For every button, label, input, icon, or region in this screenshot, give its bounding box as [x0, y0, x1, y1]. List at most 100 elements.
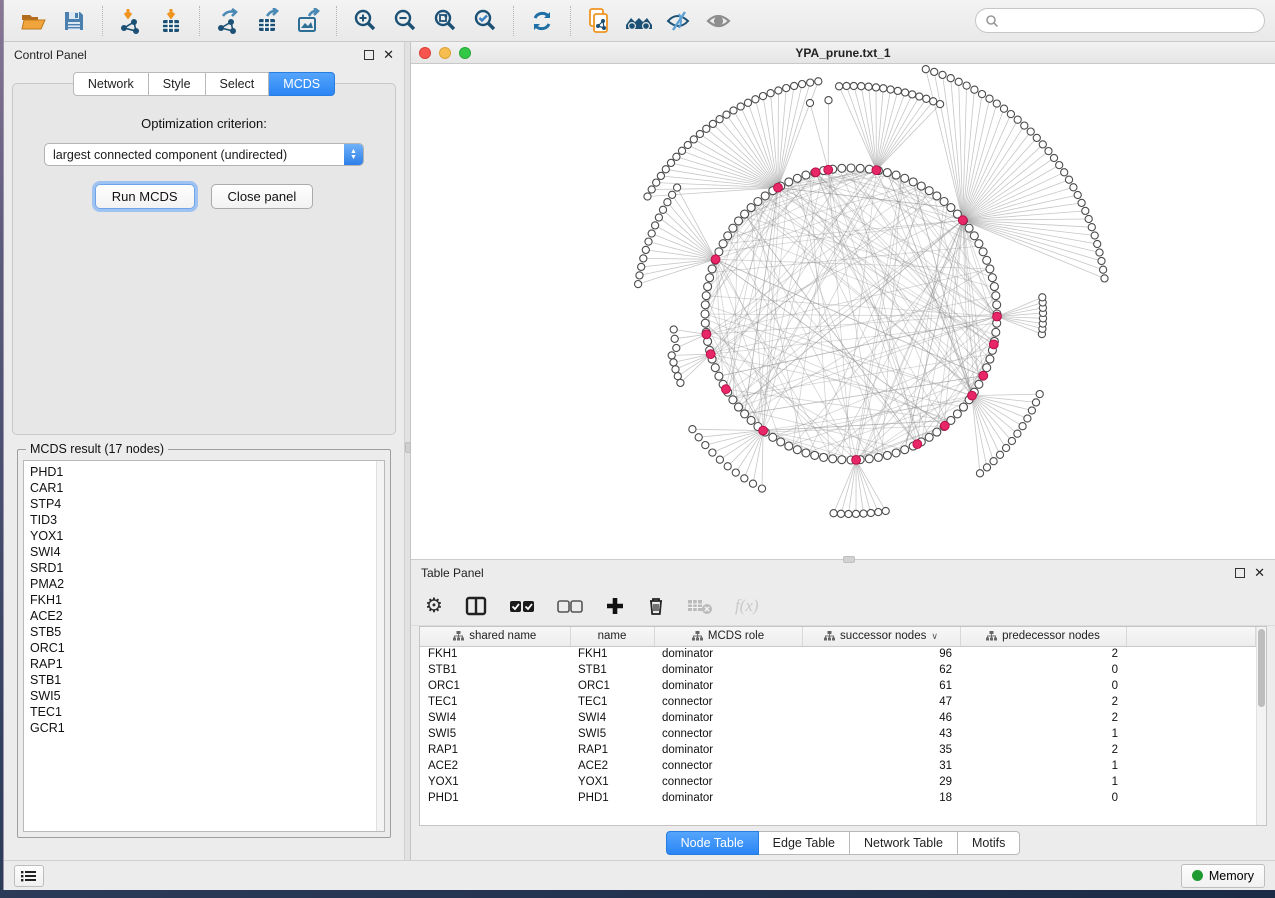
leaf-node[interactable] — [860, 510, 867, 517]
leaf-node[interactable] — [1101, 275, 1108, 282]
mcds-hub-node[interactable] — [993, 312, 1002, 321]
mcds-result-item[interactable]: PMA2 — [30, 576, 370, 592]
open-file-icon[interactable] — [14, 4, 54, 38]
mcds-result-item[interactable]: RAP1 — [30, 656, 370, 672]
leaf-node[interactable] — [671, 335, 678, 342]
leaf-node[interactable] — [744, 99, 751, 106]
leaf-node[interactable] — [931, 68, 938, 75]
search-field[interactable] — [975, 8, 1265, 33]
import-table-icon[interactable] — [151, 4, 191, 38]
leaf-node[interactable] — [1019, 423, 1026, 430]
leaf-node[interactable] — [670, 359, 677, 366]
network-node[interactable] — [988, 274, 996, 282]
leaf-node[interactable] — [724, 463, 731, 470]
leaf-node[interactable] — [716, 456, 723, 463]
network-node[interactable] — [965, 224, 973, 232]
network-node[interactable] — [769, 433, 777, 441]
network-node[interactable] — [829, 455, 837, 463]
leaf-node[interactable] — [799, 81, 806, 88]
leaf-node[interactable] — [657, 172, 664, 179]
leaf-node[interactable] — [1033, 134, 1040, 141]
leaf-node[interactable] — [1036, 391, 1043, 398]
leaf-node[interactable] — [1056, 162, 1063, 169]
leaf-node[interactable] — [867, 509, 874, 516]
network-node[interactable] — [706, 274, 714, 282]
mcds-result-item[interactable]: STB5 — [30, 624, 370, 640]
network-node[interactable] — [701, 319, 709, 327]
table-row[interactable]: YOX1YOX1connector291 — [420, 774, 1256, 790]
network-node[interactable] — [729, 224, 737, 232]
network-node[interactable] — [856, 164, 864, 172]
float-panel-icon[interactable] — [364, 50, 374, 60]
close-panel-icon[interactable]: ✕ — [383, 50, 394, 60]
leaf-node[interactable] — [963, 82, 970, 89]
network-node[interactable] — [883, 451, 891, 459]
leaf-node[interactable] — [1096, 249, 1103, 256]
network-node[interactable] — [793, 174, 801, 182]
network-node[interactable] — [925, 433, 933, 441]
leaf-node[interactable] — [845, 510, 852, 517]
mcds-hub-node[interactable] — [706, 350, 715, 359]
leaf-node[interactable] — [759, 93, 766, 100]
network-node[interactable] — [735, 217, 743, 225]
network-node[interactable] — [983, 364, 991, 372]
leaf-node[interactable] — [670, 326, 677, 333]
mcds-hub-node[interactable] — [774, 183, 783, 192]
leaf-node[interactable] — [1024, 415, 1031, 422]
leaf-node[interactable] — [1003, 444, 1010, 451]
leaf-node[interactable] — [1007, 111, 1014, 118]
leaf-node[interactable] — [887, 86, 894, 93]
network-node[interactable] — [883, 169, 891, 177]
leaf-node[interactable] — [709, 120, 716, 127]
leaf-node[interactable] — [947, 75, 954, 82]
leaf-node[interactable] — [1045, 148, 1052, 155]
network-node[interactable] — [847, 164, 855, 172]
leaf-node[interactable] — [971, 86, 978, 93]
leaf-node[interactable] — [930, 98, 937, 105]
mcds-hub-node[interactable] — [872, 166, 881, 175]
leaf-node[interactable] — [986, 95, 993, 102]
network-node[interactable] — [702, 292, 710, 300]
leaf-node[interactable] — [843, 82, 850, 89]
leaf-node[interactable] — [684, 141, 691, 148]
tab-network-table[interactable]: Network Table — [850, 831, 958, 855]
network-node[interactable] — [741, 410, 749, 418]
network-node[interactable] — [747, 204, 755, 212]
leaf-node[interactable] — [653, 179, 660, 186]
leaf-node[interactable] — [667, 159, 674, 166]
leaf-node[interactable] — [662, 166, 669, 173]
leaf-node[interactable] — [1094, 240, 1101, 247]
network-node[interactable] — [719, 240, 727, 248]
leaf-node[interactable] — [689, 426, 696, 433]
network-node[interactable] — [986, 265, 994, 273]
leaf-node[interactable] — [922, 66, 929, 73]
mcds-result-item[interactable]: PHD1 — [30, 464, 370, 480]
leaf-node[interactable] — [678, 147, 685, 154]
leaf-node[interactable] — [976, 470, 983, 477]
leaf-node[interactable] — [1039, 141, 1046, 148]
show-columns-icon[interactable] — [465, 591, 487, 621]
leaf-node[interactable] — [702, 442, 709, 449]
leaf-node[interactable] — [732, 469, 739, 476]
close-panel-button[interactable]: Close panel — [211, 184, 314, 209]
network-node[interactable] — [777, 438, 785, 446]
leaf-node[interactable] — [723, 111, 730, 118]
leaf-node[interactable] — [730, 107, 737, 114]
zoom-out-icon[interactable] — [385, 4, 425, 38]
network-node[interactable] — [802, 171, 810, 179]
leaf-node[interactable] — [1074, 191, 1081, 198]
network-node[interactable] — [901, 174, 909, 182]
network-node[interactable] — [747, 416, 755, 424]
mcds-result-item[interactable]: ORC1 — [30, 640, 370, 656]
network-node[interactable] — [892, 171, 900, 179]
mcds-result-item[interactable]: CAR1 — [30, 480, 370, 496]
mcds-hub-node[interactable] — [979, 371, 988, 380]
leaf-node[interactable] — [850, 82, 857, 89]
network-node[interactable] — [983, 256, 991, 264]
leaf-node[interactable] — [648, 186, 655, 193]
mcds-result-item[interactable]: STB1 — [30, 672, 370, 688]
leaf-node[interactable] — [690, 136, 697, 143]
new-network-from-selection-icon[interactable] — [579, 4, 619, 38]
leaf-node[interactable] — [837, 510, 844, 517]
leaf-node[interactable] — [640, 255, 647, 262]
